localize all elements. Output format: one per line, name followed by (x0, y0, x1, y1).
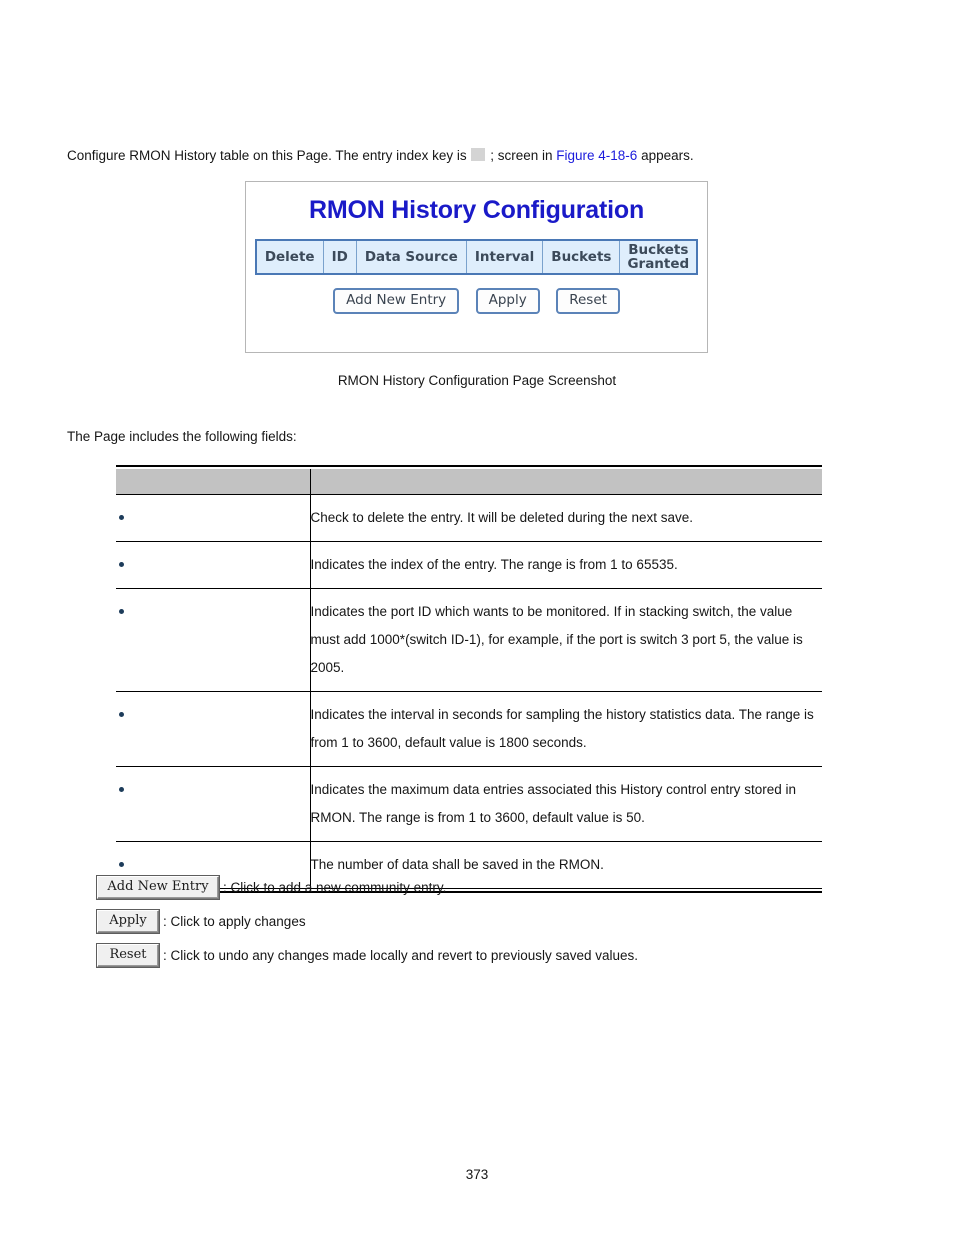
add-new-entry-button[interactable]: Add New Entry (333, 288, 460, 314)
bullet-icon (119, 712, 124, 717)
intro-text-after: appears. (641, 148, 694, 163)
bullet-icon (119, 609, 124, 614)
column-header-data-source: Data Source (355, 239, 467, 275)
legend-reset-button[interactable]: Reset (97, 944, 159, 967)
intro-paragraph: Configure RMON History table on this Pag… (67, 146, 694, 166)
legend-add-new-entry-button[interactable]: Add New Entry (97, 876, 219, 899)
column-header-delete: Delete (255, 239, 324, 275)
field-name-cell (116, 691, 311, 767)
fields-header-object (116, 469, 311, 495)
legend-item-apply: Apply : Click to apply changes (97, 910, 897, 933)
column-header-buckets: Buckets (542, 239, 621, 275)
entry-index-key-blank (471, 148, 486, 161)
table-row: Indicates the maximum data entries assoc… (116, 766, 822, 842)
column-header-id: ID (322, 239, 357, 275)
table-row: Indicates the interval in seconds for sa… (116, 691, 822, 767)
fields-lead-in-text: The Page includes the following fields: (67, 429, 297, 444)
bullet-icon (119, 787, 124, 792)
button-legend: Add New Entry : Click to add a new commu… (97, 876, 897, 978)
fields-table-body: Check to delete the entry. It will be de… (116, 494, 822, 889)
field-description-cell: Indicates the port ID which wants to be … (310, 588, 822, 692)
bullet-icon (119, 562, 124, 567)
field-name-cell (116, 494, 311, 542)
field-description-cell: Indicates the interval in seconds for sa… (310, 691, 822, 767)
panel-button-bar: Add New Entry Apply Reset (246, 288, 707, 314)
apply-button[interactable]: Apply (475, 288, 540, 314)
table-row: Check to delete the entry. It will be de… (116, 494, 822, 542)
field-name-cell (116, 588, 311, 692)
legend-item-add-new-entry: Add New Entry : Click to add a new commu… (97, 876, 897, 899)
intro-text-before: Configure RMON History table on this Pag… (67, 148, 467, 163)
field-description-cell: Check to delete the entry. It will be de… (310, 494, 822, 542)
legend-apply-button[interactable]: Apply (97, 910, 159, 933)
fields-header-description (310, 469, 822, 495)
figure-caption: RMON History Configuration Page Screensh… (337, 373, 617, 388)
figure-screenshot-panel: RMON History Configuration Delete ID Dat… (245, 181, 708, 353)
legend-apply-text: : Click to apply changes (163, 914, 306, 929)
panel-title: RMON History Configuration (308, 196, 645, 224)
bullet-icon (119, 515, 124, 520)
fields-description-table: Check to delete the entry. It will be de… (116, 469, 822, 889)
rmon-history-table: Delete ID Data Source Interval Buckets B… (254, 239, 699, 275)
table-top-rule (116, 465, 822, 467)
column-header-buckets-granted: Buckets Granted (619, 239, 698, 275)
legend-item-reset: Reset : Click to undo any changes made l… (97, 944, 897, 967)
page-number: 373 (465, 1167, 489, 1182)
field-description-cell: Indicates the index of the entry. The ra… (310, 541, 822, 589)
fields-header-row (116, 469, 822, 495)
field-description-cell: Indicates the maximum data entries assoc… (310, 766, 822, 842)
field-name-cell (116, 541, 311, 589)
bullet-icon (119, 862, 124, 867)
table-header-row: Delete ID Data Source Interval Buckets B… (255, 239, 698, 275)
figure-cross-reference-link[interactable]: Figure 4-18-6 (556, 148, 637, 163)
fields-table-wrapper: Check to delete the entry. It will be de… (116, 465, 822, 893)
field-name-cell (116, 766, 311, 842)
legend-reset-text: : Click to undo any changes made locally… (163, 948, 639, 963)
legend-add-new-entry-text: : Click to add a new community entry. (223, 880, 447, 895)
table-row: Indicates the index of the entry. The ra… (116, 541, 822, 589)
column-header-interval: Interval (465, 239, 544, 275)
buckets-granted-line2: Granted (627, 256, 690, 272)
table-row: Indicates the port ID which wants to be … (116, 588, 822, 692)
intro-text-middle: ; screen in (490, 148, 553, 163)
reset-button[interactable]: Reset (556, 288, 620, 314)
